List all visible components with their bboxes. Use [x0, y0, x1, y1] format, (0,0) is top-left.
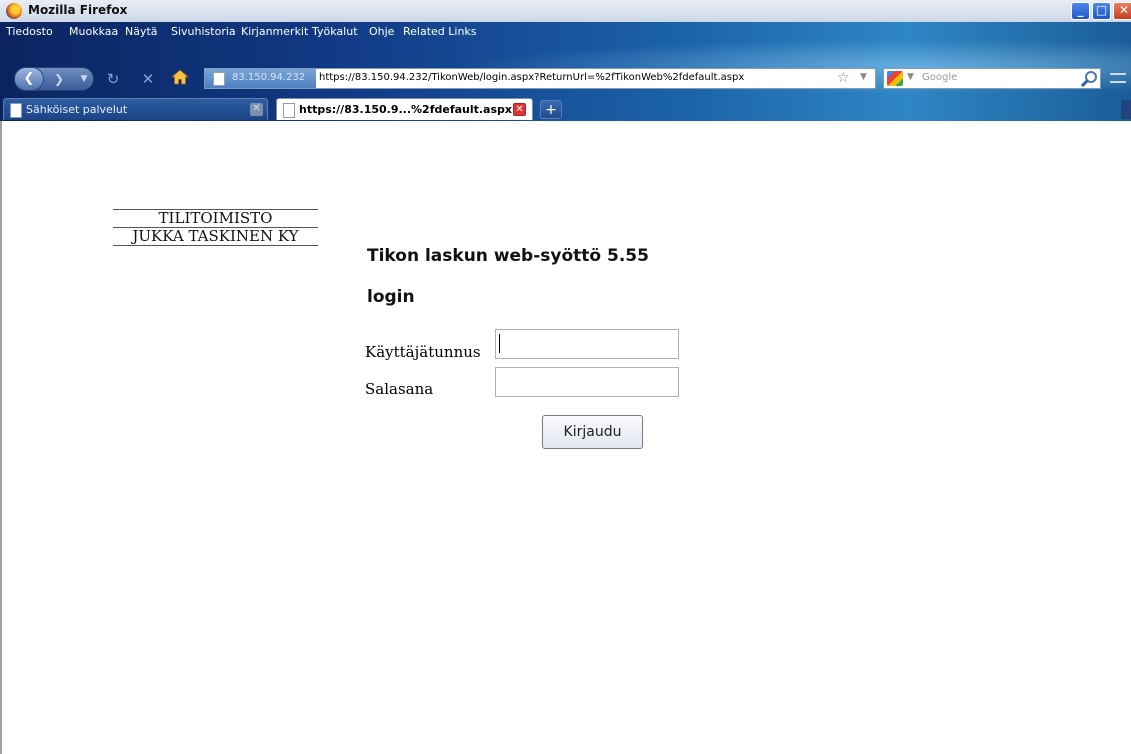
- tab-label: https://83.150.9...%2fdefault.aspx: [299, 103, 513, 116]
- back-button[interactable]: ❮: [14, 67, 44, 91]
- window-title: Mozilla Firefox: [28, 3, 128, 17]
- page-content: TILITOIMISTO JUKKA TASKINEN KY Tikon las…: [0, 121, 1131, 754]
- page-title: Tikon laskun web-syöttö 5.55: [367, 246, 649, 266]
- site-identity-button[interactable]: 83.150.94.232: [205, 69, 316, 88]
- address-bar[interactable]: 83.150.94.232 https://83.150.94.232/Tiko…: [204, 68, 876, 89]
- firefox-window: Mozilla Firefox _ □ ✕ Tiedosto Muokkaa N…: [0, 0, 1131, 754]
- search-input[interactable]: Google: [922, 72, 957, 83]
- menu-muokkaa[interactable]: Muokkaa: [69, 25, 118, 38]
- text-cursor: [499, 334, 500, 353]
- minimize-button[interactable]: _: [1071, 2, 1090, 20]
- search-engine-dropdown-icon[interactable]: ▼: [907, 72, 914, 82]
- toolbar-overflow-icon[interactable]: [1110, 73, 1126, 83]
- password-input[interactable]: [495, 367, 679, 397]
- username-input[interactable]: [495, 329, 679, 359]
- history-dropdown-icon[interactable]: ▼: [76, 69, 92, 89]
- home-icon[interactable]: [168, 67, 192, 89]
- forward-button[interactable]: ❯: [46, 69, 72, 89]
- tab-scroll-icon[interactable]: [1121, 100, 1131, 119]
- logo-line-2: JUKKA TASKINEN KY: [132, 227, 299, 245]
- username-label: Käyttäjätunnus: [365, 343, 481, 361]
- close-tab-icon[interactable]: ✕: [513, 103, 526, 116]
- firefox-logo-icon: [6, 3, 22, 19]
- url-dropdown-icon[interactable]: ▼: [860, 72, 867, 82]
- page-icon: [10, 103, 22, 118]
- page-icon: [213, 72, 225, 86]
- tab-sahkoiset-palvelut[interactable]: Sähköiset palvelut ✕: [3, 98, 268, 120]
- logo-rule: [113, 245, 318, 246]
- reload-icon[interactable]: ↻: [102, 69, 124, 89]
- menu-ohje[interactable]: Ohje: [369, 25, 394, 38]
- bookmark-star-icon[interactable]: ☆: [837, 70, 850, 86]
- menu-sivuhistoria[interactable]: Sivuhistoria: [171, 25, 236, 38]
- menu-tiedosto[interactable]: Tiedosto: [6, 25, 53, 38]
- tab-login[interactable]: https://83.150.9...%2fdefault.aspx ✕: [276, 98, 533, 120]
- google-icon[interactable]: [887, 71, 903, 86]
- title-bar: Mozilla Firefox _ □ ✕: [0, 0, 1131, 23]
- site-identity-label: 83.150.94.232: [232, 72, 306, 83]
- company-logo: TILITOIMISTO JUKKA TASKINEN KY: [113, 209, 318, 246]
- tab-bar: Sähköiset palvelut ✕ https://83.150.9...…: [0, 96, 1131, 121]
- menu-bar: Tiedosto Muokkaa Näytä Sivuhistoria Kirj…: [0, 22, 1131, 41]
- new-tab-button[interactable]: +: [540, 100, 562, 119]
- search-magnifier-icon[interactable]: [1080, 70, 1098, 88]
- menu-tyokalut[interactable]: Työkalut: [312, 25, 358, 38]
- menu-nayta[interactable]: Näytä: [125, 25, 158, 38]
- logo-line-1: TILITOIMISTO: [158, 209, 273, 227]
- close-tab-icon[interactable]: ✕: [250, 103, 263, 116]
- login-subtitle: login: [367, 287, 415, 307]
- password-label: Salasana: [365, 380, 434, 398]
- close-window-button[interactable]: ✕: [1113, 2, 1131, 20]
- search-bar[interactable]: ▼ Google: [883, 68, 1101, 89]
- menu-related-links[interactable]: Related Links: [403, 25, 477, 38]
- maximize-button[interactable]: □: [1092, 2, 1111, 20]
- navigation-toolbar: ❮ ❯ ▼ ↻ ✕ 83.150.94.232 https://83.150.9…: [0, 63, 1131, 93]
- stop-icon[interactable]: ✕: [137, 69, 159, 89]
- menu-kirjanmerkit[interactable]: Kirjanmerkit: [241, 25, 308, 38]
- tab-label: Sähköiset palvelut: [26, 103, 128, 116]
- page-icon: [283, 103, 295, 118]
- url-text[interactable]: https://83.150.94.232/TikonWeb/login.asp…: [319, 72, 744, 83]
- login-button[interactable]: Kirjaudu: [542, 415, 643, 449]
